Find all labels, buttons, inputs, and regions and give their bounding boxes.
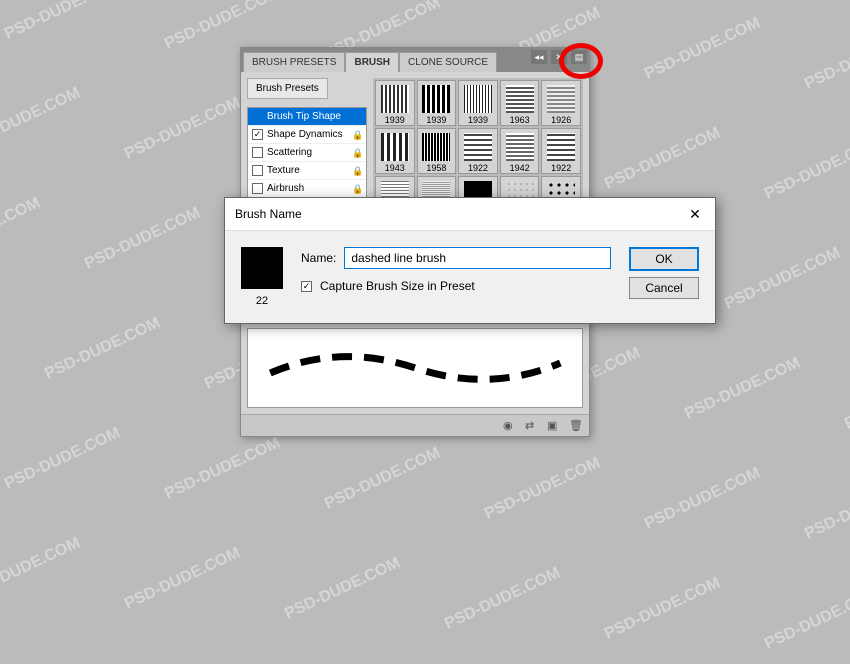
thumb-label: 1926 [551,115,571,125]
dialog-title: Brush Name [235,207,302,221]
option-checkbox[interactable] [252,183,263,194]
swap-icon[interactable]: ⇄ [525,419,539,433]
panel-collapse-icon[interactable]: ◂◂ [531,50,547,64]
thumb-label: 1939 [426,115,446,125]
panel-footer: ◉ ⇄ ▣ 🗑 [241,414,589,436]
brush-thumbnail[interactable]: 1939 [375,80,415,126]
thumb-label: 1939 [468,115,488,125]
brush-option[interactable]: Brush Tip Shape [248,108,366,126]
capture-label: Capture Brush Size in Preset [320,279,475,293]
name-label: Name: [301,251,336,265]
lock-icon[interactable]: 🔒 [352,130,362,140]
panel-tabs: BRUSH PRESETS BRUSH CLONE SOURCE ◂◂ ✕ ▤ [241,48,589,72]
thumb-label: 1922 [551,163,571,173]
thumb-label: 1963 [510,115,530,125]
option-checkbox[interactable] [252,147,263,158]
brush-thumbnail[interactable]: 1958 [417,128,457,174]
delete-icon[interactable]: 🗑 [569,419,583,433]
cancel-button[interactable]: Cancel [629,277,699,299]
lock-icon[interactable]: 🔒 [352,184,362,194]
panel-close-icon[interactable]: ✕ [551,50,567,64]
brush-thumbnail[interactable]: 1926 [541,80,581,126]
brush-thumbnail[interactable]: 1922 [458,128,498,174]
option-label: Texture [267,165,300,176]
brush-size-label: 22 [241,295,283,307]
option-label: Shape Dynamics [267,129,343,140]
brush-swatch [241,247,283,289]
panel-menu-icon[interactable]: ▤ [571,50,587,64]
option-label: Scattering [267,147,312,158]
brush-thumbnail[interactable]: 1943 [375,128,415,174]
tab-brush-presets[interactable]: BRUSH PRESETS [243,52,345,72]
ok-button[interactable]: OK [629,247,699,271]
close-icon[interactable]: ✕ [685,204,705,224]
brush-presets-button[interactable]: Brush Presets [247,78,328,99]
thumb-label: 1942 [510,163,530,173]
option-label: Airbrush [267,183,304,194]
thumb-label: 1958 [426,163,446,173]
visibility-icon[interactable]: ◉ [503,419,517,433]
brush-thumbnail[interactable]: 1942 [500,128,540,174]
capture-checkbox[interactable]: ✓ [301,281,312,292]
lock-icon[interactable]: 🔒 [352,166,362,176]
brush-thumbnail[interactable]: 1963 [500,80,540,126]
tab-brush[interactable]: BRUSH [345,52,399,72]
brush-thumbnail[interactable]: 1922 [541,128,581,174]
option-checkbox[interactable] [252,165,263,176]
thumb-label: 1922 [468,163,488,173]
brush-option[interactable]: Airbrush 🔒 [248,180,366,198]
option-label: Brush Tip Shape [267,111,341,122]
tab-clone-source[interactable]: CLONE SOURCE [399,52,497,72]
option-checkbox[interactable]: ✓ [252,129,263,140]
brush-thumbnail[interactable]: 1939 [458,80,498,126]
new-preset-icon[interactable]: ▣ [547,419,561,433]
brush-option[interactable]: ✓ Shape Dynamics 🔒 [248,126,366,144]
brush-option[interactable]: Texture 🔒 [248,162,366,180]
brush-name-dialog: Brush Name ✕ 22 Name: ✓ Capture Brush Si… [224,197,716,324]
brush-thumbnail[interactable]: 1939 [417,80,457,126]
thumb-label: 1943 [385,163,405,173]
lock-icon[interactable]: 🔒 [352,148,362,158]
name-input[interactable] [344,247,611,269]
thumb-label: 1939 [385,115,405,125]
brush-preview [247,328,583,408]
brush-option[interactable]: Scattering 🔒 [248,144,366,162]
